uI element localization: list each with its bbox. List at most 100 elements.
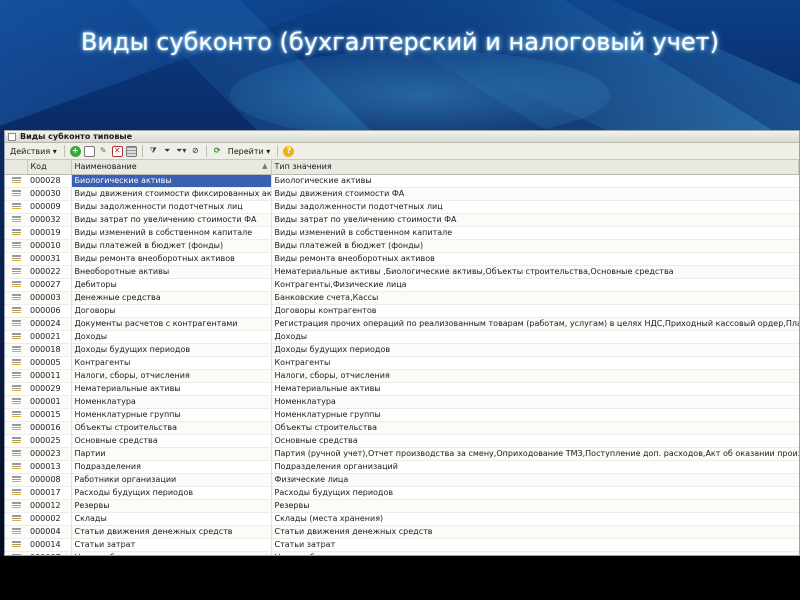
- table-row[interactable]: 000021 Доходы Доходы: [5, 330, 799, 344]
- table-row[interactable]: 000031 Виды ремонта внеоборотных активов В…: [5, 252, 799, 266]
- cell-type[interactable]: Статьи затрат: [271, 538, 799, 552]
- cell-code[interactable]: 000014: [27, 538, 72, 552]
- cell-type[interactable]: Договоры контрагентов: [271, 304, 799, 318]
- table-row[interactable]: 000015 Номенклатурные группы Номенклатурны…: [5, 408, 799, 422]
- cell-name[interactable]: Виды изменений в собственном капитале: [71, 226, 272, 240]
- cell-type[interactable]: Номенклатура: [271, 395, 799, 409]
- cell-name[interactable]: Номенклатурные группы: [71, 408, 272, 422]
- cell-code[interactable]: 000003: [27, 291, 72, 305]
- cell-type[interactable]: Контрагенты,Физические лица: [271, 278, 799, 292]
- cell-code[interactable]: 000013: [27, 460, 72, 474]
- cell-type[interactable]: Нематериальные активы ,Биологические акт…: [271, 265, 799, 279]
- table-row[interactable]: 000014 Статьи затрат Статьи затрат: [5, 538, 799, 552]
- cell-type[interactable]: Резервы: [271, 499, 799, 513]
- cell-name[interactable]: Виды ремонта внеоборотных активов: [71, 252, 272, 266]
- table-row[interactable]: 000011 Налоги, сборы, отчисления Налоги, с…: [5, 369, 799, 383]
- table-row[interactable]: 000016 Объекты строительства Объекты строи…: [5, 421, 799, 435]
- cell-name[interactable]: Биологические активы: [71, 174, 272, 188]
- cell-name[interactable]: Контрагенты: [71, 356, 272, 370]
- cell-type[interactable]: Виды ремонта внеоборотных активов: [271, 252, 799, 266]
- cell-name[interactable]: Подразделения: [71, 460, 272, 474]
- cell-name[interactable]: Внеоборотные активы: [71, 265, 272, 279]
- table-row[interactable]: 000012 Резервы Резервы: [5, 499, 799, 513]
- cell-type[interactable]: Партия (ручной учет),Отчет производства …: [271, 447, 799, 461]
- table-row[interactable]: 000030 Виды движения стоимости фиксирован…: [5, 187, 799, 201]
- cell-name[interactable]: Статьи движения денежных средств: [71, 525, 272, 539]
- table-row[interactable]: 000009 Виды задолженности подотчетных лиц…: [5, 200, 799, 214]
- cell-code[interactable]: 000028: [27, 174, 72, 188]
- cell-name[interactable]: Доходы будущих периодов: [71, 343, 272, 357]
- cell-type[interactable]: Подразделения организаций: [271, 460, 799, 474]
- table-row[interactable]: 000017 Расходы будущих периодов Расходы бу…: [5, 486, 799, 500]
- cell-code[interactable]: 000031: [27, 252, 72, 266]
- cell-name[interactable]: Склады: [71, 512, 272, 526]
- cell-type[interactable]: Физические лица: [271, 473, 799, 487]
- cell-name[interactable]: Работники организации: [71, 473, 272, 487]
- cell-name[interactable]: Партии: [71, 447, 272, 461]
- cell-name[interactable]: Виды движения стоимости фиксированных ак…: [71, 187, 272, 201]
- cell-name[interactable]: Виды затрат по увеличению стоимости ФА: [71, 213, 272, 227]
- cell-name[interactable]: Расходы будущих периодов: [71, 486, 272, 500]
- cell-code[interactable]: 000030: [27, 187, 72, 201]
- delete-mark-icon[interactable]: ✕: [111, 145, 123, 157]
- cell-type[interactable]: Виды затрат по увеличению стоимости ФА: [271, 213, 799, 227]
- cell-type[interactable]: Основные средства: [271, 434, 799, 448]
- cell-code[interactable]: 000024: [27, 317, 72, 331]
- cell-name[interactable]: Виды задолженности подотчетных лиц: [71, 200, 272, 214]
- cell-type[interactable]: Нематериальные активы: [271, 382, 799, 396]
- column-header-type[interactable]: Тип значения: [271, 160, 799, 175]
- cell-type[interactable]: Склады (места хранения): [271, 512, 799, 526]
- cell-code[interactable]: 000004: [27, 525, 72, 539]
- cell-name[interactable]: Нематериальные активы: [71, 382, 272, 396]
- table-row[interactable]: 000003 Денежные средства Банковские счета,…: [5, 291, 799, 305]
- goto-menu[interactable]: Перейти ▾: [226, 147, 273, 156]
- cell-code[interactable]: 000009: [27, 200, 72, 214]
- table-row[interactable]: 000002 Склады Склады (места хранения): [5, 512, 799, 526]
- cell-name[interactable]: Договоры: [71, 304, 272, 318]
- cell-name[interactable]: Резервы: [71, 499, 272, 513]
- clear-filter-icon[interactable]: ⊘: [190, 146, 201, 157]
- cell-code[interactable]: 000018: [27, 343, 72, 357]
- cell-type[interactable]: Доходы: [271, 330, 799, 344]
- table-row[interactable]: 000025 Основные средства Основные средства: [5, 434, 799, 448]
- filter-dropdown-icon[interactable]: ⏷▾: [176, 146, 187, 157]
- cell-name[interactable]: Объекты строительства: [71, 421, 272, 435]
- add-icon[interactable]: +: [69, 145, 81, 157]
- filter-selection-icon[interactable]: ⧩: [148, 146, 159, 157]
- table-row[interactable]: 000004 Статьи движения денежных средств Ст…: [5, 525, 799, 539]
- table-row[interactable]: 000008 Работники организации Физические ли…: [5, 473, 799, 487]
- filter-icon[interactable]: ⏷: [162, 146, 173, 157]
- cell-code[interactable]: 000023: [27, 447, 72, 461]
- cell-code[interactable]: 000016: [27, 421, 72, 435]
- cell-type[interactable]: Виды движения стоимости ФА: [271, 187, 799, 201]
- refresh-icon[interactable]: ⟳: [212, 146, 223, 157]
- cell-code[interactable]: 000019: [27, 226, 72, 240]
- table-row[interactable]: 000028 Биологические активы Биологические …: [5, 174, 799, 188]
- cell-name[interactable]: Дебиторы: [71, 278, 272, 292]
- cell-name[interactable]: Статьи затрат: [71, 538, 272, 552]
- cell-code[interactable]: 000017: [27, 486, 72, 500]
- help-icon[interactable]: ?: [283, 145, 295, 157]
- cell-type[interactable]: Контрагенты: [271, 356, 799, 370]
- table-row[interactable]: 000024 Документы расчетов с контрагентами…: [5, 317, 799, 331]
- cell-name[interactable]: Виды платежей в бюджет (фонды): [71, 239, 272, 253]
- copy-icon[interactable]: [83, 145, 95, 157]
- cell-code[interactable]: 000022: [27, 265, 72, 279]
- table-row[interactable]: 000018 Доходы будущих периодов Доходы буду…: [5, 343, 799, 357]
- cell-code[interactable]: 000008: [27, 473, 72, 487]
- cell-code[interactable]: 000027: [27, 278, 72, 292]
- table-row[interactable]: 000010 Виды платежей в бюджет (фонды) Виды…: [5, 239, 799, 253]
- table-row[interactable]: 000019 Виды изменений в собственном капит…: [5, 226, 799, 240]
- table-row[interactable]: 000023 Партии Партия (ручной учет),Отчет п…: [5, 447, 799, 461]
- cell-type[interactable]: Регистрация прочих операций по реализова…: [271, 317, 799, 331]
- table-row[interactable]: 000022 Внеоборотные активы Нематериальные …: [5, 265, 799, 279]
- cell-type[interactable]: Номенклатурные группы: [271, 408, 799, 422]
- cell-type[interactable]: Объекты строительства: [271, 421, 799, 435]
- table-row[interactable]: 000029 Нематериальные активы Нематериальны…: [5, 382, 799, 396]
- cell-name[interactable]: Номенклатура: [71, 395, 272, 409]
- cell-name[interactable]: Основные средства: [71, 434, 272, 448]
- cell-type[interactable]: Виды задолженности подотчетных лиц: [271, 200, 799, 214]
- cell-code[interactable]: 000011: [27, 369, 72, 383]
- cell-name[interactable]: Денежные средства: [71, 291, 272, 305]
- cell-code[interactable]: 000001: [27, 395, 72, 409]
